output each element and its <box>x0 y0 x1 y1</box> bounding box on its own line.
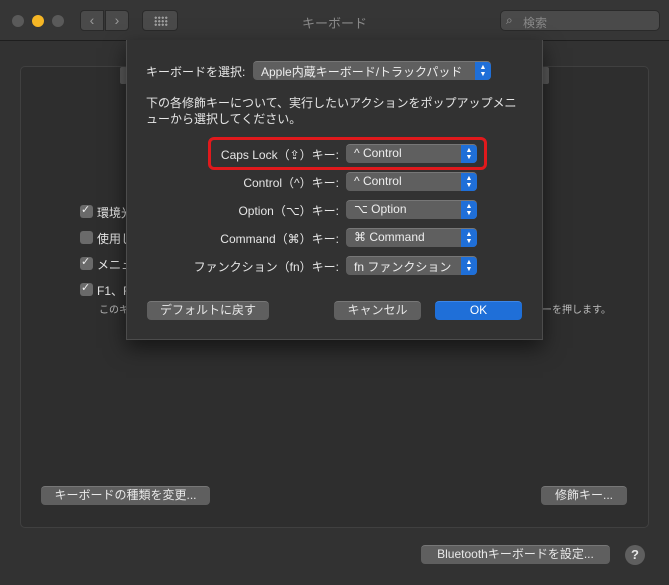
function-keys-note-left: このキ <box>99 305 129 316</box>
ambient-light-checkbox[interactable] <box>80 203 93 218</box>
updown-arrows-icon: ▲ ▼ <box>461 257 477 275</box>
setup-bluetooth-keyboard-button[interactable]: Bluetoothキーボードを設定... <box>421 545 610 564</box>
ok-button[interactable]: OK <box>435 301 522 320</box>
command-action-popup[interactable]: ⌘ Command ▲ ▼ <box>346 228 477 247</box>
control-key-label: Control（^）キー: <box>243 176 339 190</box>
control-action-value: ^ Control <box>354 174 402 188</box>
updown-arrows-icon: ▲ ▼ <box>475 62 491 80</box>
tab-right-edge[interactable] <box>542 67 549 84</box>
function-keys-checkbox[interactable] <box>80 281 93 296</box>
function-action-value: fn ファンクション <box>354 260 452 274</box>
restore-defaults-button[interactable]: デフォルトに戻す <box>147 301 269 320</box>
instructions-line-1: 下の各修飾キーについて、実行したいアクションをポップアップメニ <box>146 96 517 110</box>
option-action-popup[interactable]: ⌥ Option ▲ ▼ <box>346 200 477 219</box>
function-action-popup[interactable]: fn ファンクション ▲ ▼ <box>346 256 477 275</box>
keyboard-select-popup[interactable]: Apple内蔵キーボード/トラックパッド ▲ ▼ <box>253 61 491 80</box>
usage-checkbox[interactable] <box>80 231 93 244</box>
updown-arrows-icon: ▲ ▼ <box>461 229 477 247</box>
command-key-label: Command（⌘）キー: <box>220 232 339 246</box>
control-action-popup[interactable]: ^ Control ▲ ▼ <box>346 172 477 191</box>
help-button[interactable]: ? <box>625 545 645 565</box>
option-action-value: ⌥ Option <box>354 202 407 216</box>
caps-lock-highlight-box <box>208 137 487 170</box>
menu-checkbox[interactable] <box>80 255 93 270</box>
search-placeholder: 検索 <box>523 16 548 30</box>
search-field[interactable]: ⌕ 検索 <box>500 10 660 31</box>
title-bar: ‹ › キーボード ⌕ 検索 <box>0 0 669 41</box>
change-keyboard-type-button[interactable]: キーボードの種類を変更... <box>41 486 210 505</box>
function-keys-note-right: ーを押します。 <box>542 305 611 316</box>
instructions-line-2: ューから選択してください。 <box>146 112 302 126</box>
cancel-button[interactable]: キャンセル <box>334 301 421 320</box>
updown-arrows-icon: ▲ ▼ <box>461 201 477 219</box>
updown-arrows-icon: ▲ ▼ <box>461 173 477 191</box>
keyboard-select-label: キーボードを選択: <box>146 65 246 79</box>
function-key-label: ファンクション（fn）キー: <box>193 260 339 274</box>
option-key-label: Option（⌥）キー: <box>238 204 339 218</box>
command-action-value: ⌘ Command <box>354 230 425 244</box>
keyboard-select-value: Apple内蔵キーボード/トラックパッド <box>261 65 463 79</box>
modifier-keys-button[interactable]: 修飾キー... <box>541 486 627 505</box>
search-icon: ⌕ <box>506 13 513 27</box>
